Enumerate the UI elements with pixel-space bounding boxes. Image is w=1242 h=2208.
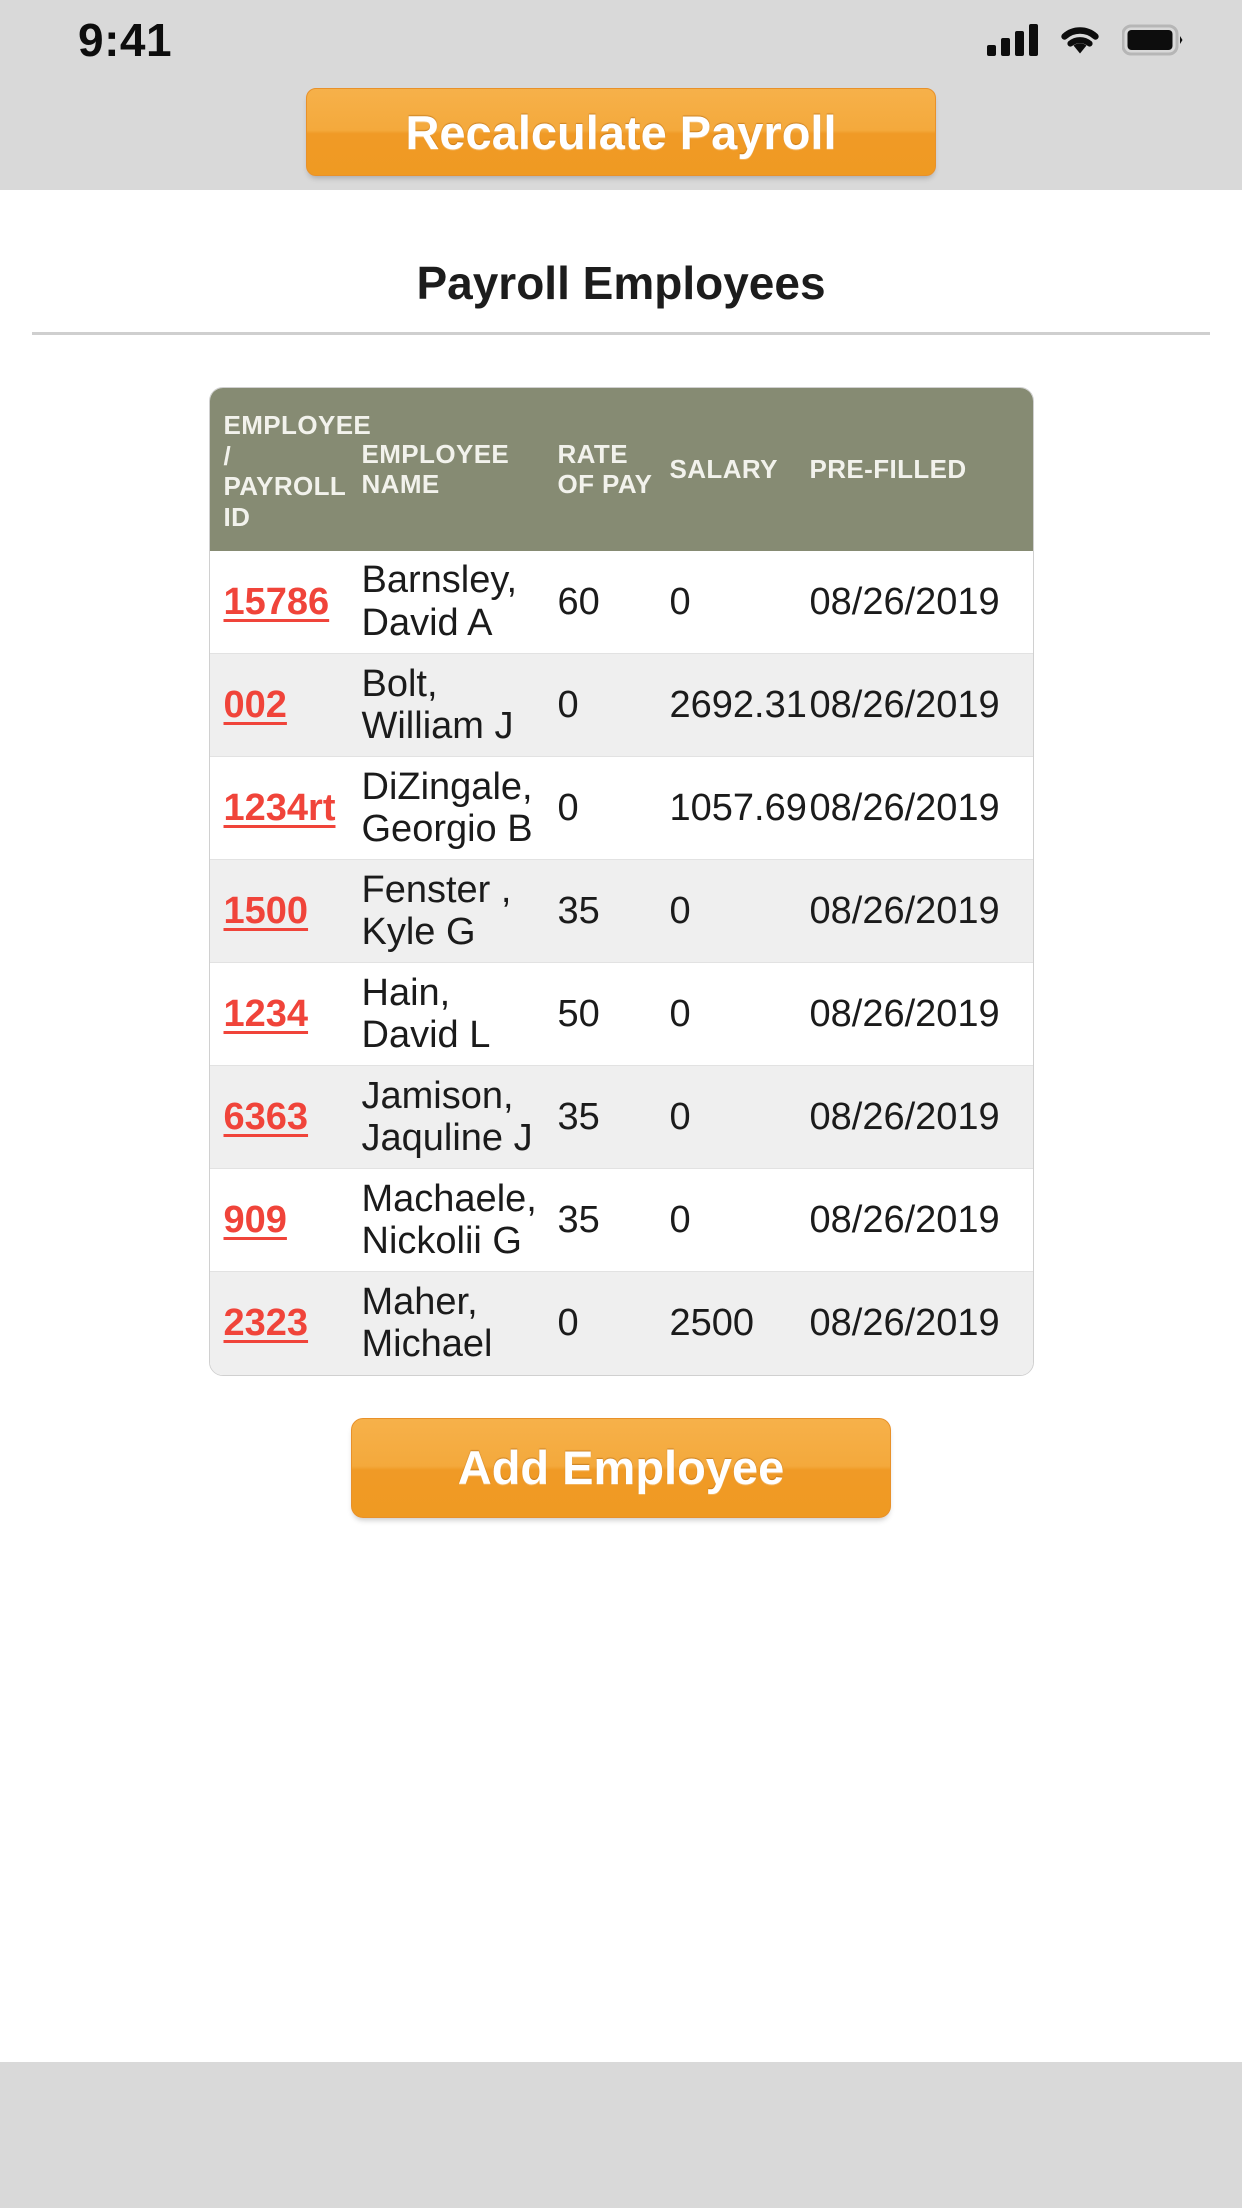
add-employee-button[interactable]: Add Employee	[351, 1417, 891, 1518]
cell-rate-of-pay: 35	[557, 859, 670, 963]
cell-salary: 1057.69	[669, 756, 810, 860]
cell-employee-name: DiZingale, Georgio B	[361, 756, 558, 860]
employee-id-link[interactable]: 1234	[224, 993, 309, 1035]
column-header-employee-id[interactable]: EMPLOYEE / PAYROLL ID	[209, 388, 371, 551]
table-row: 2323 Maher, Michael 0 2500 08/26/2019	[209, 1271, 1033, 1375]
header-line-1: EMPLOYEE	[361, 438, 510, 469]
payroll-content-card: Payroll Employees EMPLOYEE / PAYROLL ID …	[0, 190, 1242, 2062]
cell-salary: 0	[669, 580, 691, 623]
column-header-rate-of-pay[interactable]: RATE OF PAY	[557, 388, 670, 551]
cell-employee-id: 1234	[209, 962, 362, 1066]
cell-prefilled-date: 08/26/2019	[809, 1065, 1033, 1169]
employee-id-link[interactable]: 002	[224, 684, 287, 726]
cell-rate-of-pay: 35	[557, 1168, 670, 1272]
table-header: EMPLOYEE / PAYROLL ID EMPLOYEE NAME RATE…	[209, 388, 1033, 551]
payroll-employees-table: EMPLOYEE / PAYROLL ID EMPLOYEE NAME RATE…	[208, 387, 1034, 1376]
table-row: 002 Bolt, William J 0 2692.31 08/26/2019	[209, 653, 1033, 757]
column-header-salary[interactable]: SALARY	[669, 388, 810, 551]
wifi-icon	[1058, 24, 1102, 56]
cell-prefilled-date: 08/26/2019	[809, 962, 1033, 1066]
table-row: 1234 Hain, David L 50 0 08/26/2019	[209, 962, 1033, 1066]
employee-id-link[interactable]: 15786	[224, 581, 330, 623]
title-divider	[32, 332, 1210, 335]
cell-employee-name: Hain, David L	[361, 962, 558, 1066]
cell-prefilled-date: 08/26/2019	[809, 580, 1000, 623]
cell-employee-id: 1234rt	[209, 756, 362, 860]
cell-prefilled-date: 08/26/2019	[809, 1168, 1033, 1272]
employee-id-link[interactable]: 1234rt	[224, 787, 336, 829]
cell-salary: 0	[669, 1065, 810, 1169]
table-header-row: EMPLOYEE / PAYROLL ID EMPLOYEE NAME RATE…	[209, 388, 1033, 551]
cell-prefilled-date: 08/26/2019	[809, 653, 1033, 757]
cell-salary: 0	[669, 1168, 810, 1272]
cell-employee-id: 909	[209, 1168, 362, 1272]
cell-employee-id: 002	[209, 653, 362, 757]
status-indicators	[987, 24, 1184, 56]
cell-salary: 2692.31	[669, 653, 810, 757]
header-line-1: RATE	[557, 438, 628, 469]
top-action-bar: Recalculate Payroll	[0, 80, 1242, 190]
employee-id-link[interactable]: 6363	[224, 1096, 309, 1138]
header-line-2: /	[223, 440, 232, 471]
cell-rate-of-pay: 0	[557, 653, 670, 757]
cell-rate-of-pay: 0	[557, 756, 670, 860]
column-header-employee-name[interactable]: EMPLOYEE NAME	[361, 388, 558, 551]
cell-employee-name: Machaele, Nickolii G	[361, 1168, 558, 1272]
cell-rate-of-pay: 0	[557, 1271, 670, 1375]
battery-icon	[1122, 24, 1184, 56]
cell-rate-of-pay: 50	[557, 962, 670, 1066]
header-line-2: NAME	[361, 469, 440, 500]
cell-employee-name: Jamison, Jaquline J	[361, 1065, 558, 1169]
cell-rate-of-pay: 35	[557, 1065, 670, 1169]
employee-id-link[interactable]: 1500	[224, 890, 309, 932]
header-line-3: PAYROLL	[223, 471, 347, 502]
bottom-safe-area	[0, 2062, 1242, 2208]
cell-employee-id: 1500	[209, 859, 362, 963]
header-line-4: ID	[223, 502, 251, 533]
cell-prefilled-date: 08/26/2019	[809, 859, 1033, 963]
header-line-1: EMPLOYEE	[223, 410, 372, 440]
cell-employee-name: Bolt, William J	[361, 653, 558, 757]
cell-employee-id: 6363	[209, 1065, 362, 1169]
cell-rate-of-pay: 60	[557, 580, 600, 623]
cell-employee-name: Fenster , Kyle G	[361, 859, 558, 963]
cell-employee-name: Maher, Michael	[361, 1271, 558, 1375]
table-row: 6363 Jamison, Jaquline J 35 0 08/26/2019	[209, 1065, 1033, 1169]
cell-salary: 2500	[669, 1271, 810, 1375]
employee-id-link[interactable]: 909	[224, 1199, 287, 1241]
cell-prefilled-date: 08/26/2019	[809, 756, 1033, 860]
signal-bars-icon	[987, 24, 1038, 56]
cell-employee-id: 15786	[210, 551, 362, 654]
status-bar: 9:41	[0, 0, 1242, 80]
page-title: Payroll Employees	[416, 257, 826, 309]
cell-prefilled-date: 08/26/2019	[809, 1271, 1033, 1375]
cell-employee-id: 2323	[209, 1271, 362, 1375]
recalculate-payroll-button[interactable]: Recalculate Payroll	[306, 88, 936, 176]
cell-salary: 0	[669, 962, 810, 1066]
table-row: 1500 Fenster , Kyle G 35 0 08/26/2019	[209, 859, 1033, 963]
table-row: 15786 Barnsley, David A 60 0 08/26/2019	[209, 550, 1033, 654]
table-body: 15786 Barnsley, David A 60 0 08/26/2019 002 Bo…	[209, 550, 1033, 1375]
column-header-prefilled[interactable]: PRE-FILLED	[809, 388, 1033, 551]
table-row: 909 Machaele, Nickolii G 35 0 08/26/2019	[209, 1168, 1033, 1272]
table-row: 1234rt DiZingale, Georgio B 0 1057.69 08/26/…	[209, 756, 1033, 860]
status-time: 9:41	[78, 14, 173, 66]
add-employee-row: Add Employee	[0, 1417, 1242, 1518]
header-line-2: OF PAY	[557, 469, 653, 500]
cell-salary: 0	[669, 859, 810, 963]
phone-screen: 9:41 Recalculate Payroll Payroll Employe…	[0, 0, 1242, 2208]
cell-employee-name: Barnsley, David A	[361, 559, 518, 644]
employee-id-link[interactable]: 2323	[224, 1302, 309, 1344]
